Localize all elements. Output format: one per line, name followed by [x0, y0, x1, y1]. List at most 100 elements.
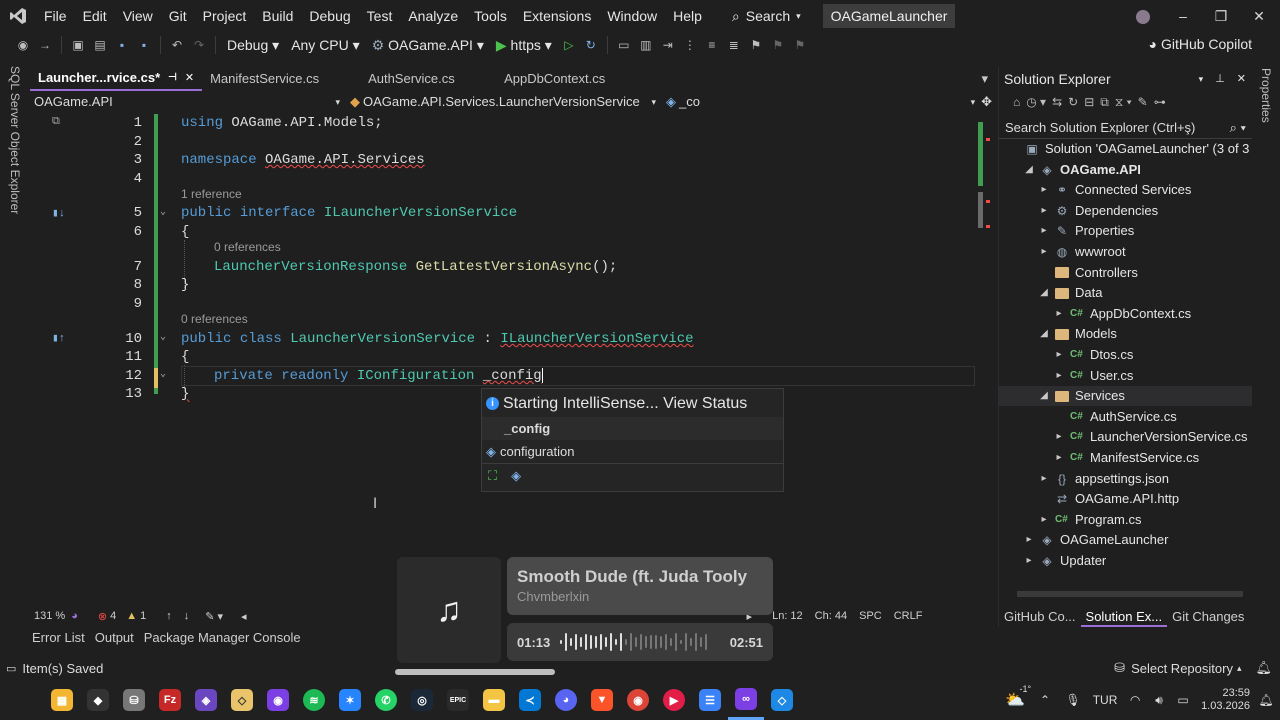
- layout-icon[interactable]: ▥: [637, 36, 655, 54]
- error-count[interactable]: 4: [110, 610, 116, 622]
- quick-action-icon[interactable]: ⧉: [52, 116, 60, 128]
- close-icon[interactable]: ✕: [185, 66, 194, 90]
- forward-icon[interactable]: →: [36, 36, 54, 54]
- tree-item[interactable]: ◢ Data: [1039, 283, 1102, 303]
- media-scrollbar[interactable]: [395, 669, 555, 675]
- collapsed-arrow-icon[interactable]: ▸: [1039, 221, 1049, 241]
- scroll-left-icon[interactable]: ◂: [241, 610, 247, 623]
- preview-icon[interactable]: ⊶: [1154, 95, 1166, 109]
- tab-github-copilot[interactable]: GitHub Co...: [999, 607, 1081, 627]
- undo-icon[interactable]: ↶: [168, 36, 186, 54]
- properties-tab[interactable]: Properties: [1259, 68, 1273, 123]
- menu-git[interactable]: Git: [161, 0, 195, 32]
- taskbar-app[interactable]: ◇: [764, 680, 800, 720]
- new-project-icon[interactable]: ▣: [69, 36, 87, 54]
- expand-filter-icon[interactable]: ⛶: [488, 464, 497, 487]
- collapsed-arrow-icon[interactable]: ▸: [1039, 242, 1049, 262]
- home-icon[interactable]: ⌂: [1013, 95, 1020, 109]
- codelens-references[interactable]: 0 references: [214, 240, 281, 254]
- warning-icon[interactable]: ▲: [126, 610, 137, 622]
- tree-item[interactable]: ▸ C# Dtos.cs: [1054, 345, 1133, 365]
- taskbar-app[interactable]: ◇: [224, 680, 260, 720]
- completion-item[interactable]: ◈ configuration: [482, 440, 783, 463]
- open-folder-icon[interactable]: ▤: [91, 36, 109, 54]
- copilot-status-icon[interactable]: ◕: [71, 610, 78, 622]
- expanded-arrow-icon[interactable]: ◢: [1024, 160, 1034, 180]
- input-language[interactable]: TUR: [1087, 693, 1123, 707]
- tree-item[interactable]: ▸ ⚭ Connected Services: [1039, 180, 1191, 200]
- tree-item[interactable]: C# AuthService.cs: [1054, 407, 1177, 427]
- tree-item[interactable]: ◢ Services: [999, 386, 1253, 407]
- sql-server-object-explorer-tab[interactable]: SQL Server Object Explorer: [8, 66, 22, 214]
- chevron-down-icon[interactable]: ▾: [1199, 67, 1204, 91]
- tab-solution-explorer[interactable]: Solution Ex...: [1080, 607, 1168, 627]
- cleanup-icon[interactable]: ✎ ▾: [205, 610, 223, 623]
- codelens-references[interactable]: 1 reference: [181, 187, 242, 201]
- select-repository[interactable]: Select Repository: [1131, 661, 1233, 676]
- hot-reload-icon[interactable]: ↻: [582, 36, 600, 54]
- tree-item[interactable]: ▸ C# ManifestService.cs: [1054, 448, 1199, 468]
- implemented-by-icon[interactable]: ▮↓: [52, 206, 65, 220]
- tab-error-list[interactable]: Error List: [32, 630, 85, 648]
- tab-output[interactable]: Output: [95, 630, 134, 648]
- configuration-dropdown[interactable]: Debug ▾: [223, 35, 283, 55]
- taskbar-app[interactable]: ▦: [44, 680, 80, 720]
- collapse-all-icon[interactable]: ⊟: [1084, 95, 1094, 109]
- step-icon[interactable]: ⇥: [659, 36, 677, 54]
- collapsed-arrow-icon[interactable]: ▸: [1024, 551, 1034, 571]
- taskbar-app[interactable]: ◉: [620, 680, 656, 720]
- collapsed-arrow-icon[interactable]: ▸: [1054, 427, 1064, 447]
- tree-item[interactable]: ▸ ◍ wwwroot: [1039, 242, 1125, 262]
- bookmark-prev-icon[interactable]: ⚑: [769, 36, 787, 54]
- line-indicator[interactable]: Ln: 12: [772, 610, 803, 622]
- taskbar-app[interactable]: ≺: [512, 680, 548, 720]
- tree-item[interactable]: ▸ {} appsettings.json: [1039, 469, 1168, 489]
- tree-item[interactable]: ▸ ◈ OAGameLauncher: [1024, 530, 1168, 550]
- bookmark-icon[interactable]: ⚑: [747, 36, 765, 54]
- collapsed-arrow-icon[interactable]: ▸: [1039, 201, 1049, 221]
- project-nav-dropdown[interactable]: OAGame.API ▾: [30, 92, 346, 112]
- tab-appdbcontext[interactable]: AppDbContext.cs: [496, 67, 613, 91]
- tree-item[interactable]: ▸ C# Program.cs: [1039, 510, 1141, 530]
- menu-window[interactable]: Window: [599, 0, 665, 32]
- taskbar-app[interactable]: ✶: [332, 680, 368, 720]
- browse-icon[interactable]: ▭: [615, 36, 633, 54]
- error-icon[interactable]: ⊗: [98, 610, 107, 623]
- zoom-level[interactable]: 131 %: [34, 610, 65, 622]
- tab-manifestservice[interactable]: ManifestService.cs: [202, 67, 360, 91]
- playback-progress[interactable]: 01:13 02:51: [507, 623, 773, 661]
- scrollbar-thumb[interactable]: [978, 192, 983, 228]
- taskbar-app[interactable]: Fz: [152, 680, 188, 720]
- collapsed-arrow-icon[interactable]: ▸: [1039, 510, 1049, 530]
- split-icon[interactable]: ✥: [981, 92, 996, 112]
- back-icon[interactable]: ◉: [14, 36, 32, 54]
- taskbar-app[interactable]: ≋: [296, 680, 332, 720]
- tree-item[interactable]: ⇄ OAGame.API.http: [1039, 489, 1179, 509]
- sync-icon[interactable]: ⇆: [1052, 95, 1062, 109]
- breakpoint-icon[interactable]: ⋮: [681, 36, 699, 54]
- fold-toggle[interactable]: ⌄: [160, 331, 166, 343]
- tree-item[interactable]: Controllers: [1039, 263, 1138, 283]
- completion-item[interactable]: _config: [482, 417, 783, 440]
- taskbar-app[interactable]: ◎: [404, 680, 440, 720]
- switch-views-icon[interactable]: ◷ ▾: [1026, 95, 1046, 109]
- taskbar-app[interactable]: ∞: [728, 680, 764, 720]
- expanded-arrow-icon[interactable]: ◢: [1039, 324, 1049, 344]
- bookmark-next-icon[interactable]: ⚑: [791, 36, 809, 54]
- waveform[interactable]: [560, 632, 720, 652]
- menu-edit[interactable]: Edit: [75, 0, 115, 32]
- minimize-button[interactable]: –: [1164, 0, 1202, 32]
- notification-bell-icon[interactable]: 🔔︎: [1256, 693, 1276, 707]
- redo-icon[interactable]: ↷: [190, 36, 208, 54]
- menu-help[interactable]: Help: [665, 0, 710, 32]
- pin-icon[interactable]: ⊥: [1215, 67, 1225, 91]
- column-indicator[interactable]: Ch: 44: [815, 610, 847, 622]
- taskbar-app[interactable]: ◕: [548, 680, 584, 720]
- taskbar-app[interactable]: ◆: [80, 680, 116, 720]
- notifications-icon[interactable]: 🔔︎: [1255, 660, 1272, 676]
- maximize-button[interactable]: ❐: [1202, 0, 1240, 32]
- menu-extensions[interactable]: Extensions: [515, 0, 599, 32]
- expanded-arrow-icon[interactable]: ◢: [1039, 386, 1049, 406]
- tree-item[interactable]: ▸ C# AppDbContext.cs: [1054, 304, 1191, 324]
- taskbar-app[interactable]: ◉: [260, 680, 296, 720]
